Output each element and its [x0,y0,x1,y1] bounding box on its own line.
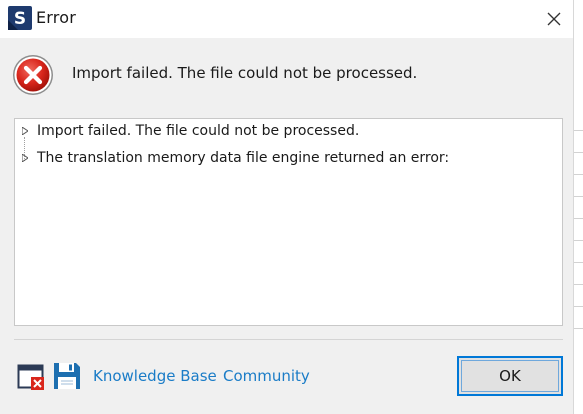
save-icon[interactable] [52,361,82,391]
knowledge-base-link[interactable]: Knowledge Base [93,367,217,385]
tree-item-label: The translation memory data file engine … [37,150,450,166]
close-icon [547,12,561,26]
title-bar: S Error [0,0,573,38]
expand-arrow-icon[interactable] [20,153,30,163]
error-x-icon [13,55,53,95]
tree-item[interactable]: The translation memory data file engine … [20,147,449,169]
trados-s-icon: S [8,6,32,30]
expand-arrow-icon[interactable] [20,126,30,136]
error-details-tree[interactable]: Import failed. The file could not be pro… [14,118,563,326]
ok-button[interactable]: OK [457,356,563,396]
close-button[interactable] [535,0,573,38]
tree-item-label: Import failed. The file could not be pro… [37,123,360,139]
close-window-icon[interactable] [17,362,47,392]
background-window-edge [573,0,583,414]
error-header: Import failed. The file could not be pro… [0,38,573,110]
ok-button-label: OK [499,367,521,385]
community-link[interactable]: Community [223,367,310,385]
footer-separator [14,339,563,340]
tree-item[interactable]: Import failed. The file could not be pro… [20,120,359,142]
window-title: Error [36,8,76,27]
svg-text:S: S [14,9,26,29]
error-message: Import failed. The file could not be pro… [72,64,418,82]
error-dialog: S Error Import failed. The file could no… [0,0,583,414]
